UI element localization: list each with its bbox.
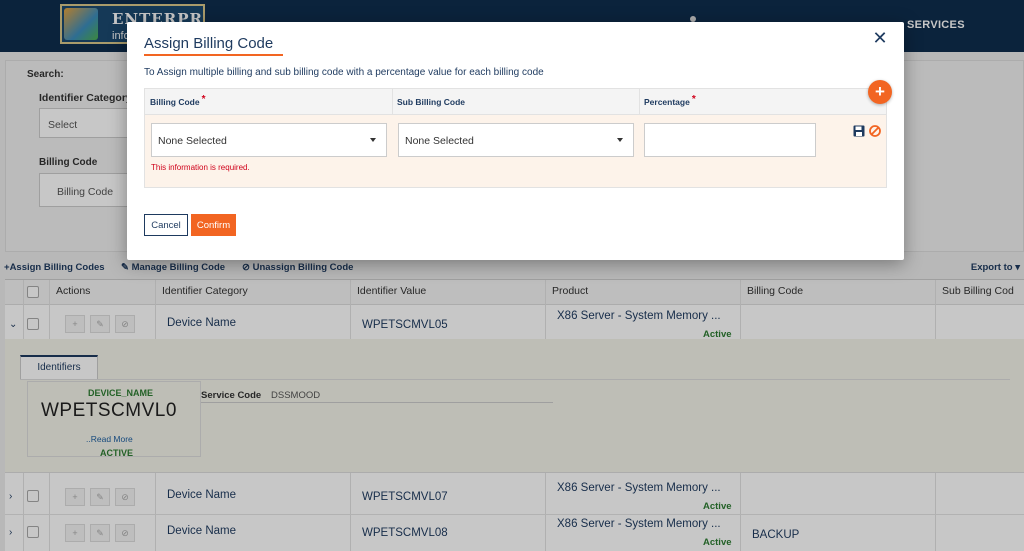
percentage-header-label: Percentage — [644, 97, 690, 107]
confirm-button[interactable]: Confirm — [191, 214, 236, 236]
required-marker: * — [691, 94, 696, 105]
required-marker: * — [201, 94, 206, 105]
title-underline — [144, 54, 283, 56]
dialog-title: Assign Billing Code — [144, 35, 274, 52]
billing-code-entry-table: Billing Code * Sub Billing Code Percentag… — [144, 88, 887, 188]
billing-entry-row: None Selected None Selected This informa… — [145, 115, 886, 187]
billing-code-selected-value: None Selected — [158, 135, 227, 147]
cancel-icon[interactable] — [869, 125, 881, 137]
column-header-percentage: Percentage * — [644, 94, 696, 108]
close-icon[interactable]: ✕ — [870, 28, 890, 48]
caret-down-icon — [617, 138, 623, 142]
sub-billing-code-dropdown[interactable]: None Selected — [398, 123, 634, 157]
percentage-input[interactable] — [644, 123, 816, 157]
assign-billing-code-dialog: Assign Billing Code ✕ To Assign multiple… — [127, 22, 904, 260]
column-header-sub-billing-code: Sub Billing Code — [397, 97, 465, 107]
sub-billing-code-selected-value: None Selected — [405, 135, 474, 147]
entry-table-header: Billing Code * Sub Billing Code Percentag… — [145, 89, 886, 115]
caret-down-icon — [370, 138, 376, 142]
column-divider — [392, 89, 393, 115]
column-header-billing-code: Billing Code * — [150, 94, 206, 108]
billing-code-dropdown[interactable]: None Selected — [151, 123, 387, 157]
cancel-button[interactable]: Cancel — [144, 214, 188, 236]
add-row-button[interactable]: + — [868, 80, 892, 104]
save-icon[interactable] — [853, 125, 865, 137]
required-error-message: This information is required. — [151, 163, 250, 172]
plus-icon: + — [875, 82, 885, 101]
dialog-description: To Assign multiple billing and sub billi… — [144, 67, 544, 78]
column-divider — [639, 89, 640, 115]
billing-code-header-label: Billing Code — [150, 97, 200, 107]
